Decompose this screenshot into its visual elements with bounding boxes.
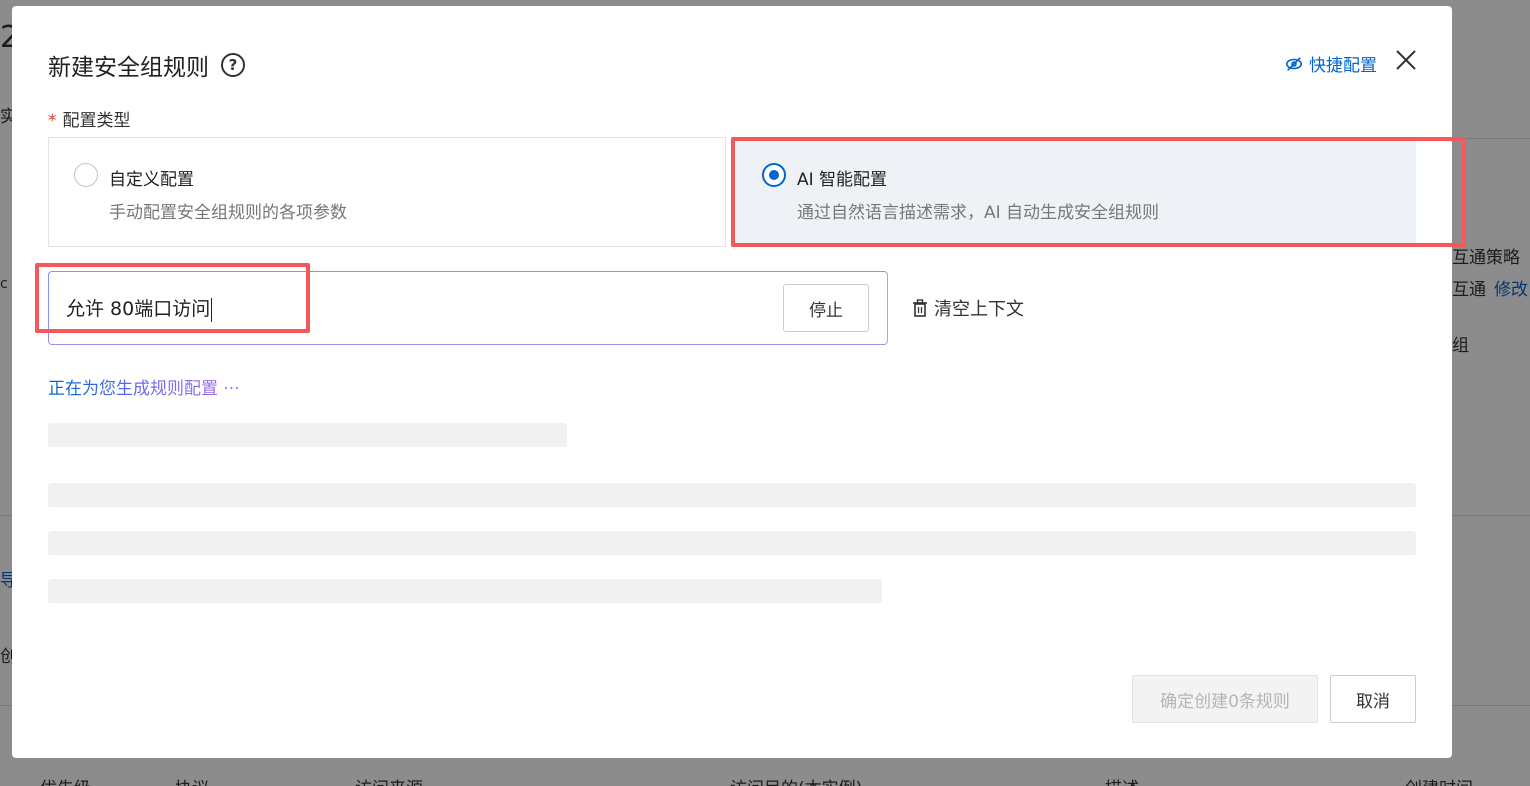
close-icon[interactable]: [1394, 48, 1418, 72]
option-ai-config[interactable]: AI 智能配置 通过自然语言描述需求，AI 自动生成安全组规则: [736, 137, 1416, 247]
dialog-title-text: 新建安全组规则: [48, 55, 209, 81]
ai-prompt-input[interactable]: 允许 80端口访问: [66, 294, 213, 322]
create-security-group-rule-dialog: 新建安全组规则 ? 快捷配置 * 配置类型 自定义配置 手动配置安全组规则的各项参…: [12, 6, 1452, 758]
option-description: 手动配置安全组规则的各项参数: [109, 203, 347, 223]
loading-skeleton: [48, 483, 1416, 507]
quick-config-button[interactable]: 快捷配置: [1285, 51, 1377, 76]
quick-config-label: 快捷配置: [1309, 56, 1377, 76]
clear-context-button[interactable]: 清空上下文: [912, 295, 1024, 321]
option-custom-config[interactable]: 自定义配置 手动配置安全组规则的各项参数: [48, 137, 726, 247]
text-caret: [211, 297, 213, 322]
help-icon[interactable]: ?: [221, 53, 245, 77]
loading-skeleton: [48, 531, 1416, 555]
loading-skeleton: [48, 423, 567, 447]
ai-prompt-box: 允许 80端口访问 停止: [48, 271, 888, 345]
trash-icon: [913, 299, 927, 317]
required-mark: *: [48, 111, 57, 131]
option-title: AI 智能配置: [797, 170, 888, 190]
clear-context-label: 清空上下文: [934, 299, 1024, 320]
cancel-button[interactable]: 取消: [1330, 675, 1416, 723]
config-type-label: * 配置类型: [48, 106, 131, 131]
radio-custom-config[interactable]: [74, 163, 98, 187]
ai-prompt-value: 允许 80端口访问: [66, 298, 211, 320]
option-title: 自定义配置: [109, 170, 194, 190]
confirm-create-button[interactable]: 确定创建0条规则: [1132, 675, 1318, 723]
option-description: 通过自然语言描述需求，AI 自动生成安全组规则: [797, 203, 1160, 223]
radio-ai-config[interactable]: [762, 163, 786, 187]
eye-off-icon: [1285, 56, 1303, 71]
loading-skeleton: [48, 579, 882, 603]
generating-status: 正在为您生成规则配置 ···: [48, 374, 240, 399]
config-type-label-text: 配置类型: [62, 111, 131, 131]
stop-button[interactable]: 停止: [783, 284, 869, 332]
dialog-title: 新建安全组规则 ?: [48, 48, 245, 82]
